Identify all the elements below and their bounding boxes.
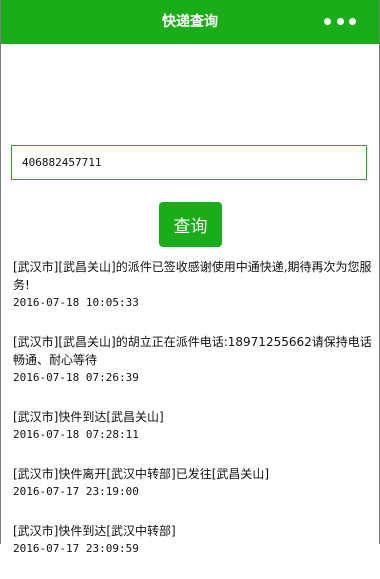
result-description: [武汉市]快件到达[武昌关山] (13, 410, 164, 424)
result-time: 2016-07-18 07:26:39 (13, 371, 139, 384)
result-time: 2016-07-18 10:05:33 (13, 296, 139, 309)
dot (324, 17, 331, 25)
nav-bar: 快递查询 (0, 0, 380, 44)
list-item: [武汉市]快件到达[武汉中转部] 2016-07-17 23:09:59 (13, 522, 373, 558)
more-dots-icon[interactable] (324, 17, 356, 25)
query-button[interactable]: 查询 (159, 202, 222, 247)
result-description: [武汉市]快件到达[武汉中转部] (13, 524, 176, 538)
dot (336, 17, 344, 25)
result-description: [武汉市]快件离开[武汉中转部]已发往[武昌关山] (13, 467, 270, 481)
result-description: [武汉市][武昌关山]的胡立正在派件电话:18971255662请保持电话畅通、… (13, 335, 372, 367)
result-time: 2016-07-17 23:19:00 (13, 485, 139, 498)
list-item: [武汉市]快件离开[武汉中转部]已发往[武昌关山] 2016-07-17 23:… (13, 465, 373, 501)
tracking-number-input[interactable] (11, 145, 367, 180)
dot (349, 17, 356, 25)
list-item: [武汉市][武昌关山]的胡立正在派件电话:18971255662请保持电话畅通、… (13, 333, 373, 387)
list-item: [武汉市][武昌关山]的派件已签收感谢使用中通快递,期待再次为您服务! 2016… (13, 258, 373, 312)
result-time: 2016-07-18 07:28:11 (13, 428, 139, 441)
tracking-results-list: [武汉市][武昌关山]的派件已签收感谢使用中通快递,期待再次为您服务! 2016… (13, 258, 373, 579)
result-description: [武汉市][武昌关山]的派件已签收感谢使用中通快递,期待再次为您服务! (13, 260, 372, 292)
list-item: [武汉市]快件到达[武昌关山] 2016-07-18 07:28:11 (13, 408, 373, 444)
page-title: 快递查询 (162, 14, 218, 30)
result-time: 2016-07-17 23:09:59 (13, 542, 139, 555)
